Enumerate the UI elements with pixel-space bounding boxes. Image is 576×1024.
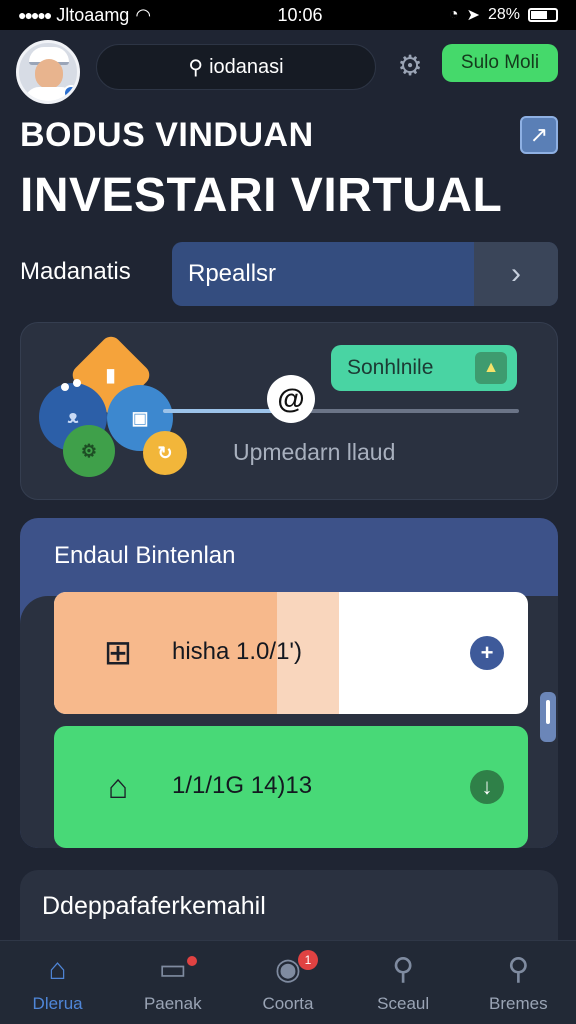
building-icon: ⌂: [107, 767, 129, 806]
tab-label: Coorta: [262, 993, 314, 1013]
home-icon: ⌂: [48, 952, 67, 986]
connection-caption: Upmedarn llaud: [233, 439, 396, 465]
tab-chat[interactable]: ◉ 1 Coorta: [238, 949, 338, 1014]
list-card-title: Endaul Bintenlan: [54, 542, 236, 569]
carrier-name: Jltoaamg: [56, 4, 130, 25]
list-item-text: 1/1/1G 14)13: [172, 772, 313, 799]
tab-label: Paenak: [143, 993, 202, 1013]
connect-button-label: Sonhlnile: [347, 356, 434, 379]
add-icon[interactable]: +: [470, 636, 504, 670]
wifi-icon: ◠: [135, 4, 152, 25]
status-bar: ●●●●● Jltoaamg ◠ 10:06 ◔ ➤ 28%: [0, 0, 576, 30]
refresh-node-icon: ↻: [143, 431, 187, 475]
gear-node-icon: ⚙: [63, 425, 115, 477]
filter-value: Rpeallsr: [188, 260, 277, 287]
notification-badge: 1: [297, 949, 318, 970]
download-icon[interactable]: ↓: [470, 770, 504, 804]
status-right: ◔ ➤ 28%: [449, 5, 558, 25]
dot-decoration: [61, 383, 69, 391]
page-title: INVESTARI VIRTUAL: [20, 169, 503, 222]
tab-label: Dlerua: [32, 993, 83, 1013]
scrollbar[interactable]: [540, 692, 556, 742]
page-subtitle: BODUS VINDUAN: [20, 116, 314, 154]
chat-icon: ◉: [274, 952, 302, 986]
search-icon: ⚲: [507, 952, 530, 986]
status-left: ●●●●● Jltoaamg ◠: [18, 5, 151, 26]
battery-percent: 28%: [487, 6, 520, 23]
filter-label: Madanatis: [20, 258, 131, 285]
tab-label: Bremes: [489, 993, 548, 1013]
avatar[interactable]: [16, 40, 80, 104]
search-text: iodanasi: [209, 55, 284, 78]
tab-home[interactable]: ⌂ Dlerua: [8, 952, 108, 1014]
connection-card: ▮ ᴥ ⚙ ▣ ↻ @ Sonhlnile ▲ Upmedarn llaud: [20, 322, 558, 500]
bottle-icon: ▲: [475, 352, 507, 384]
tab-cards[interactable]: ▭ Paenak: [123, 952, 223, 1014]
tab-browse[interactable]: ⚲ Bremes: [468, 952, 568, 1014]
search-icon: ⚲: [188, 56, 204, 79]
department-card[interactable]: Ddeppafaferkemahil: [20, 870, 558, 950]
list-item-text: hisha 1.0/1'): [172, 638, 302, 665]
chevron-right-icon: ›: [474, 242, 558, 306]
list-item[interactable]: ⌂ 1/1/1G 14)13 ↓: [54, 726, 528, 848]
department-card-title: Ddeppafaferkemahil: [42, 892, 266, 920]
connect-button[interactable]: Sonhlnile ▲: [331, 345, 517, 391]
location-icon: ➤: [466, 7, 480, 24]
card-icon: ▭: [158, 952, 187, 986]
chart-icon: ⊞: [103, 634, 133, 672]
signal-icon: ●●●●●: [18, 7, 52, 23]
avatar-badge-icon: [63, 85, 77, 101]
tab-label: Sceaul: [377, 993, 430, 1013]
battery-icon: [527, 8, 558, 22]
list-item[interactable]: ⊞ hisha 1.0/1') +: [54, 592, 528, 714]
search-bar[interactable]: ⚲ iodanasi: [96, 44, 376, 90]
avatar-face: [35, 59, 63, 89]
slider-knob[interactable]: @: [267, 375, 315, 423]
alarm-icon: ◔: [448, 6, 459, 23]
notification-dot: [186, 955, 197, 966]
header-cta-button[interactable]: Sulo Moli: [442, 44, 558, 82]
chart-edit-icon[interactable]: ↗: [520, 116, 558, 154]
search-icon: ⚲: [392, 952, 415, 986]
dot-decoration: [73, 379, 81, 387]
filter-select[interactable]: Rpeallsr ›: [172, 242, 558, 306]
list-card: Endaul Bintenlan ⊞ hisha 1.0/1') + ⌂ 1/1…: [20, 518, 558, 848]
app-header: ⚲ iodanasi ⚙ Sulo Moli: [0, 36, 576, 112]
gear-icon[interactable]: ⚙: [394, 50, 426, 82]
bottom-tab-bar: ⌂ Dlerua ▭ Paenak ◉ 1 Coorta ⚲ Sceaul ⚲ …: [0, 940, 576, 1024]
status-time: 10:06: [277, 4, 323, 25]
tab-search[interactable]: ⚲ Sceaul: [353, 952, 453, 1014]
